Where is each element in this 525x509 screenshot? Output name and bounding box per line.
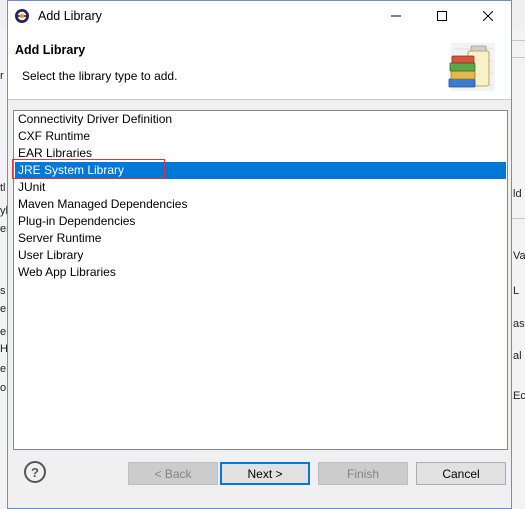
list-item[interactable]: User Library (15, 247, 506, 264)
minimize-icon (391, 15, 401, 17)
background-text: s (0, 285, 6, 297)
divider (512, 57, 525, 58)
background-text: er (0, 223, 7, 235)
help-icon: ? (31, 464, 39, 480)
next-button[interactable]: Next > (220, 462, 310, 485)
background-text: yl (0, 205, 7, 217)
background-text: r (0, 70, 4, 82)
title-bar[interactable]: Add Library (8, 1, 511, 31)
background-text: al (513, 350, 522, 362)
list-item[interactable]: Server Runtime (15, 230, 506, 247)
maximize-button[interactable] (419, 1, 465, 31)
background-ide-left: r tl yl er s e e Hi e o (0, 30, 7, 509)
background-text: Ec (513, 390, 525, 402)
background-text: e (0, 326, 7, 338)
wizard-banner: Add Library Select the library type to a… (8, 31, 511, 100)
list-item[interactable]: Web App Libraries (15, 264, 506, 281)
banner-description: Select the library type to add. (22, 69, 178, 83)
window-title: Add Library (38, 9, 102, 23)
cancel-button[interactable]: Cancel (416, 462, 506, 485)
list-item[interactable]: Maven Managed Dependencies (15, 196, 506, 213)
eclipse-app-icon (14, 8, 30, 24)
background-ide-right: ld Va L as al Ec (512, 30, 525, 509)
list-item[interactable]: JUnit (15, 179, 506, 196)
close-button[interactable] (465, 1, 511, 31)
add-library-dialog: Add Library Add Library Select the libra… (7, 0, 512, 509)
help-button[interactable]: ? (24, 461, 46, 483)
back-button[interactable]: < Back (128, 462, 218, 485)
background-text: Va (513, 250, 525, 262)
background-text: e (0, 363, 7, 375)
divider (512, 218, 525, 219)
background-text: Hi (0, 343, 7, 355)
background-text: ld (513, 188, 522, 200)
close-icon (483, 11, 493, 21)
minimize-button[interactable] (373, 1, 419, 31)
library-type-list[interactable]: Connectivity Driver Definition CXF Runti… (13, 110, 508, 450)
background-text: L (513, 285, 520, 297)
list-item-selected[interactable]: JRE System Library (15, 162, 506, 179)
list-item[interactable]: Plug-in Dependencies (15, 213, 506, 230)
finish-button[interactable]: Finish (318, 462, 408, 485)
background-text: as (513, 318, 525, 330)
list-item[interactable]: CXF Runtime (15, 128, 506, 145)
list-item[interactable]: Connectivity Driver Definition (15, 111, 506, 128)
banner-title: Add Library (15, 43, 86, 57)
background-text: tl (0, 182, 6, 194)
library-books-jar-icon (441, 39, 499, 95)
background-text: e (0, 303, 7, 315)
divider (512, 40, 525, 41)
maximize-icon (437, 11, 447, 21)
list-item[interactable]: EAR Libraries (15, 145, 506, 162)
background-text: o (0, 382, 7, 394)
